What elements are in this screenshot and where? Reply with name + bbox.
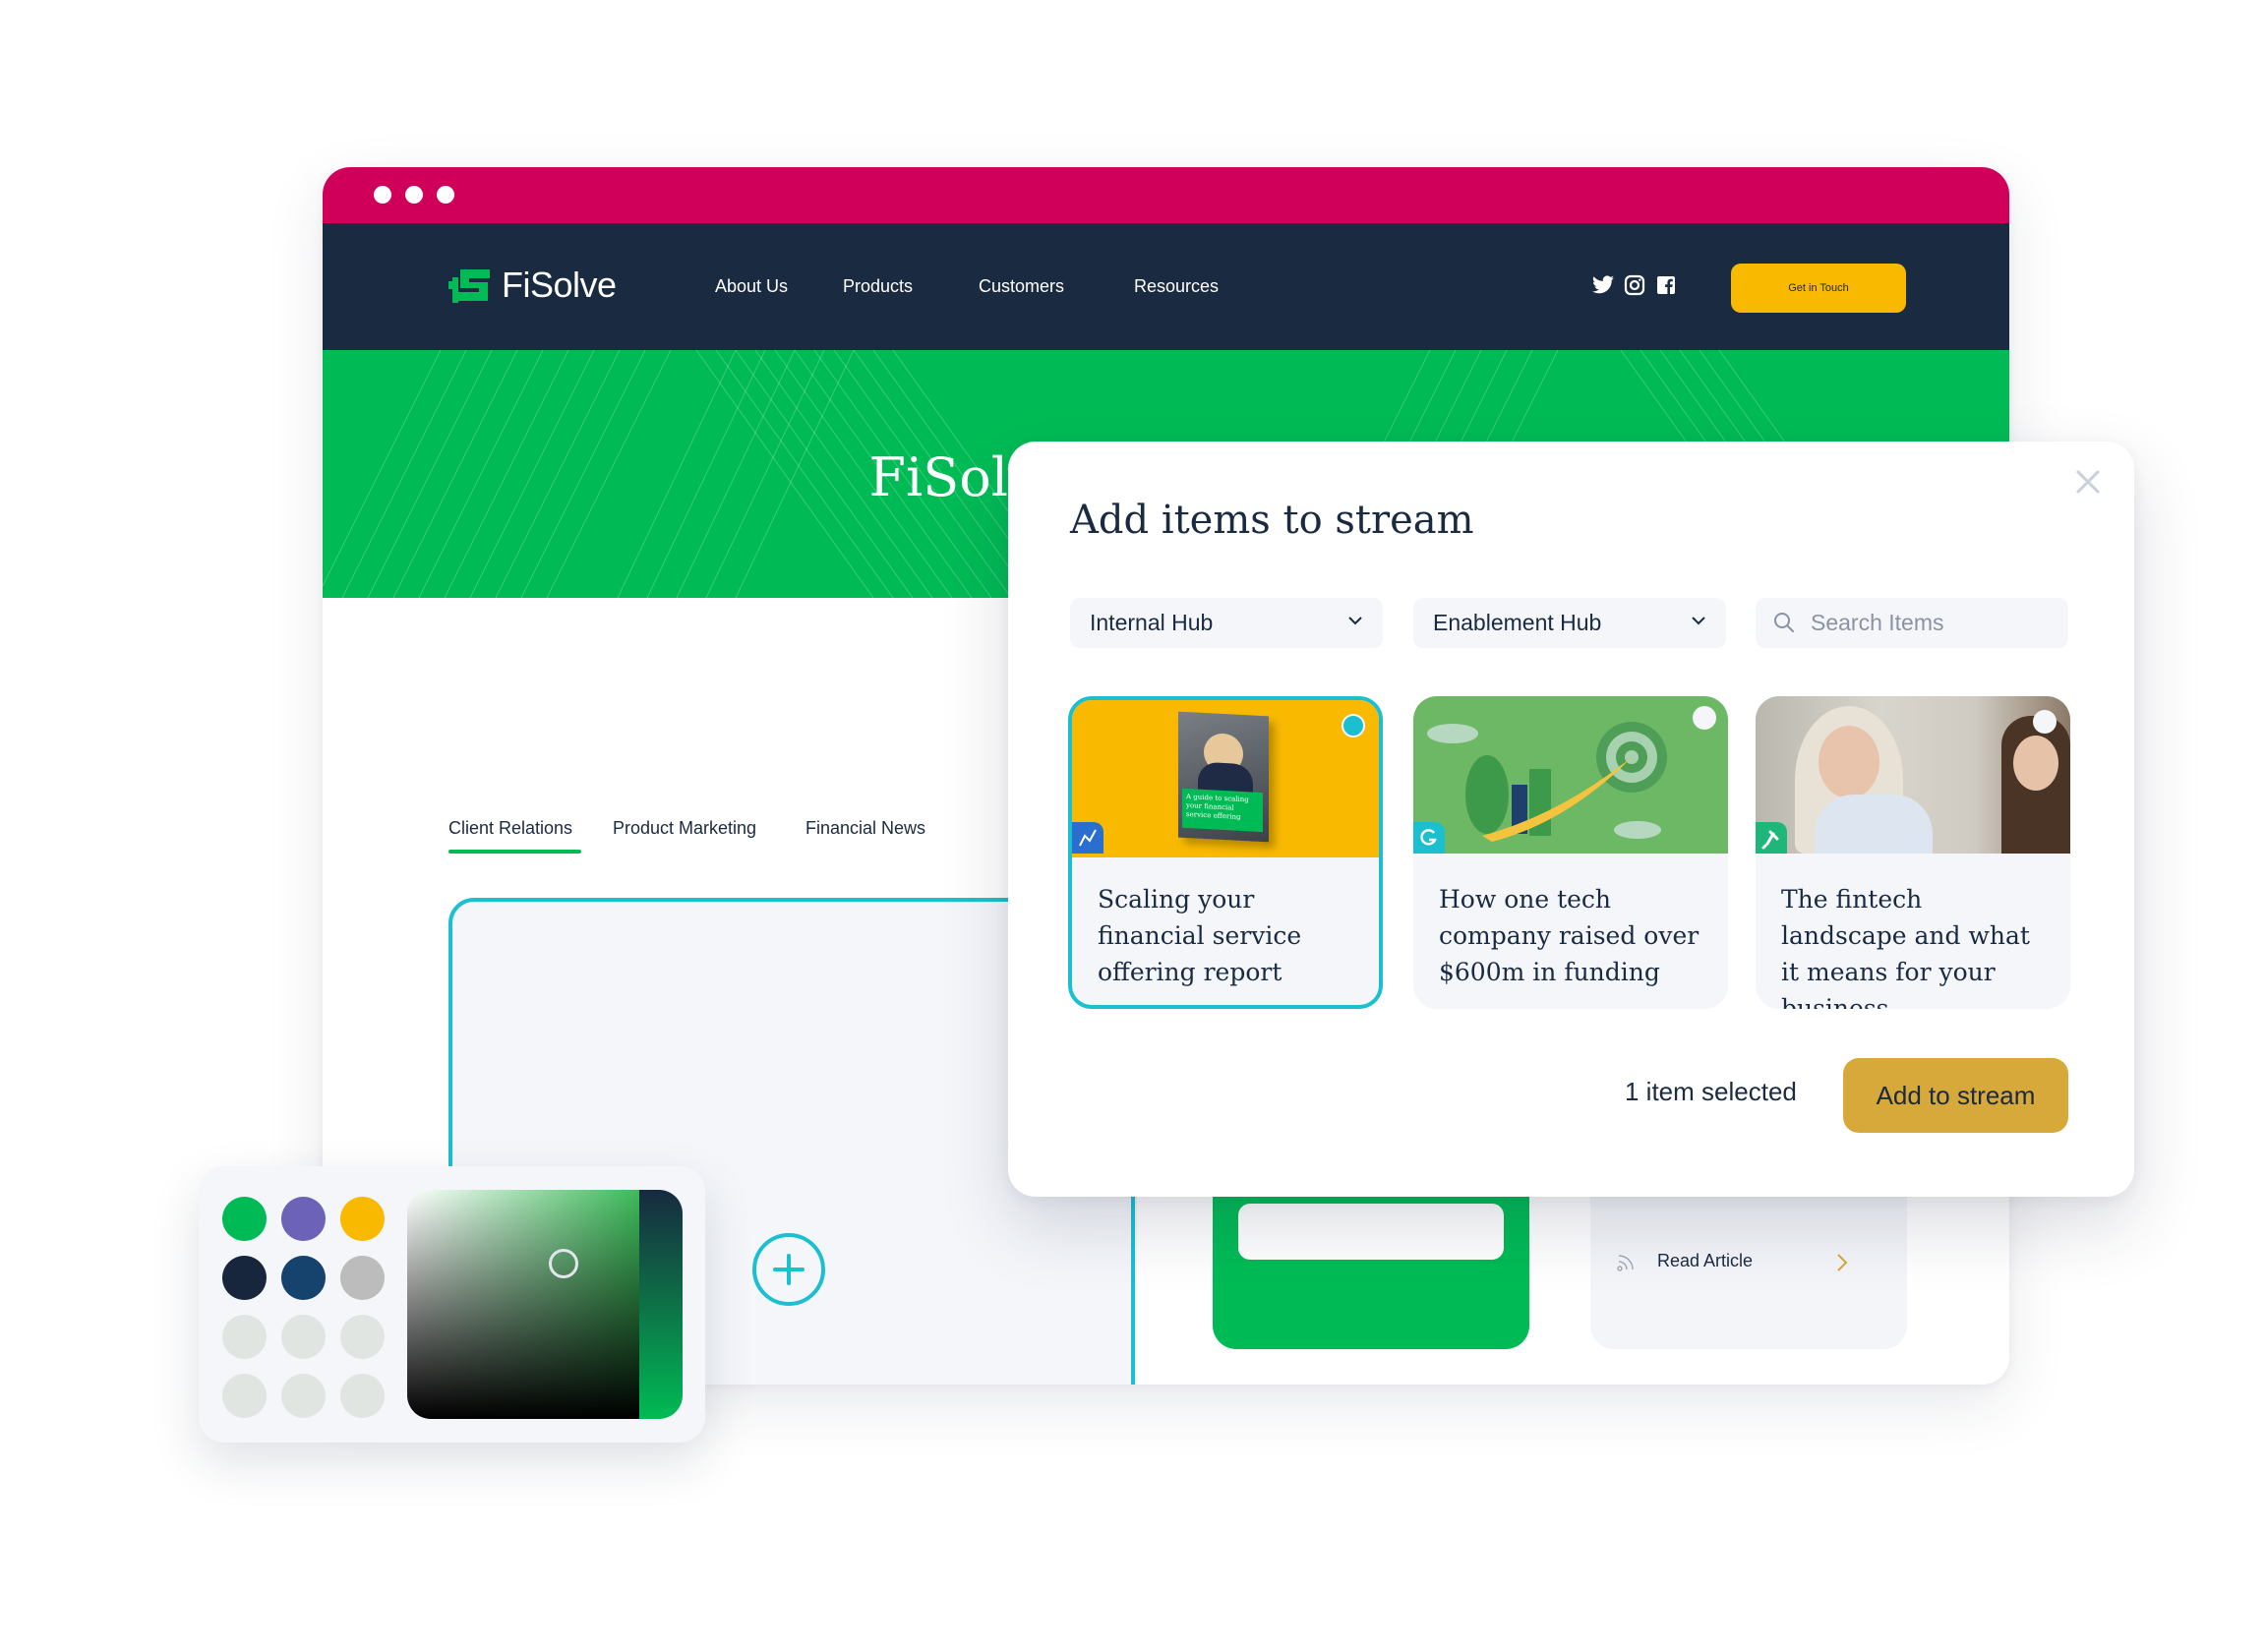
- selection-indicator[interactable]: [2033, 710, 2057, 734]
- color-swatch[interactable]: [340, 1197, 385, 1241]
- tab-product-marketing[interactable]: Product Marketing: [613, 818, 756, 839]
- color-swatch[interactable]: [340, 1256, 385, 1300]
- color-swatch[interactable]: [281, 1315, 326, 1359]
- color-swatch[interactable]: [340, 1315, 385, 1359]
- color-swatch[interactable]: [281, 1256, 326, 1300]
- item-card[interactable]: A guide to scaling your financial servic…: [1068, 696, 1383, 1009]
- dropdown-value: Internal Hub: [1090, 610, 1214, 635]
- brand-name: FiSolve: [502, 265, 617, 305]
- nav-link-products[interactable]: Products: [843, 223, 913, 350]
- instagram-icon[interactable]: [1623, 273, 1646, 297]
- growth-illustration: [1427, 706, 1716, 842]
- browser-titlebar: [323, 167, 2009, 223]
- item-title: The fintech landscape and what it means …: [1781, 885, 2030, 1009]
- internal-hub-dropdown[interactable]: Internal Hub: [1070, 598, 1383, 648]
- ebook-cover-image: A guide to scaling your financial servic…: [1072, 700, 1379, 857]
- get-in-touch-button[interactable]: Get in Touch: [1731, 264, 1906, 313]
- color-swatch[interactable]: [281, 1374, 326, 1418]
- fisolve-logo-icon: [448, 269, 490, 303]
- color-swatch[interactable]: [222, 1374, 267, 1418]
- close-icon[interactable]: [2075, 469, 2101, 495]
- item-card[interactable]: How one tech company raised over $600m i…: [1413, 696, 1728, 1009]
- nav-link-resources[interactable]: Resources: [1134, 223, 1219, 350]
- meeting-photo-image: [1756, 696, 2070, 854]
- tab-financial-news[interactable]: Financial News: [805, 818, 925, 839]
- second-person-face: [2013, 736, 2058, 791]
- tab-client-relations[interactable]: Client Relations: [448, 818, 572, 839]
- item-title: How one tech company raised over $600m i…: [1439, 885, 1700, 986]
- analytics-icon: [1072, 822, 1103, 854]
- window-dot-icon: [437, 186, 454, 204]
- selection-indicator[interactable]: [1342, 714, 1365, 738]
- add-items-modal: Add items to stream Internal Hub Enablem…: [1008, 442, 2134, 1197]
- enablement-hub-dropdown[interactable]: Enablement Hub: [1413, 598, 1726, 648]
- search-icon: [1774, 613, 1794, 632]
- read-article-link[interactable]: Read Article: [1657, 1251, 1753, 1271]
- chevron-right-icon[interactable]: [1836, 1253, 1848, 1272]
- work-email-field[interactable]: [1238, 1204, 1504, 1260]
- modal-title: Add items to stream: [1070, 498, 1474, 543]
- color-swatch[interactable]: [340, 1374, 385, 1418]
- color-swatch[interactable]: [281, 1197, 326, 1241]
- rss-icon: [1617, 1255, 1634, 1271]
- search-box[interactable]: [1756, 598, 2068, 648]
- color-picker: [199, 1166, 705, 1443]
- add-to-stream-button[interactable]: Add to stream: [1843, 1058, 2068, 1133]
- color-swatch[interactable]: [222, 1197, 267, 1241]
- plug-icon: [1756, 822, 1787, 854]
- nav-link-about-us[interactable]: About Us: [715, 223, 788, 350]
- g-logo-icon: [1413, 822, 1445, 854]
- ebook-cover: A guide to scaling your financial servic…: [1178, 711, 1269, 843]
- item-card[interactable]: The fintech landscape and what it means …: [1756, 696, 2070, 1009]
- hue-slider[interactable]: [639, 1190, 683, 1419]
- twitter-icon[interactable]: [1591, 273, 1615, 297]
- chevron-down-icon: [1348, 617, 1362, 625]
- growth-illustration-image: [1413, 696, 1728, 854]
- nav-link-customers[interactable]: Customers: [979, 223, 1064, 350]
- active-tab-indicator: [448, 850, 581, 854]
- site-nav: FiSolve About Us Products Customers Reso…: [323, 223, 2009, 350]
- item-title: Scaling your financial service offering …: [1098, 885, 1302, 986]
- window-dot-icon: [405, 186, 423, 204]
- saturation-brightness-area[interactable]: [407, 1190, 639, 1419]
- color-swatch[interactable]: [222, 1315, 267, 1359]
- window-dot-icon: [374, 186, 391, 204]
- add-content-icon[interactable]: [752, 1233, 825, 1306]
- color-swatch[interactable]: [222, 1256, 267, 1300]
- chevron-down-icon: [1692, 617, 1705, 625]
- dropdown-value: Enablement Hub: [1433, 610, 1602, 635]
- brand-logo[interactable]: FiSolve: [448, 263, 617, 308]
- facebook-icon[interactable]: [1654, 273, 1678, 297]
- gradient-field[interactable]: [407, 1190, 683, 1419]
- color-handle[interactable]: [549, 1249, 578, 1278]
- search-input[interactable]: [1811, 598, 2047, 648]
- ebook-caption: A guide to scaling your financial servic…: [1182, 788, 1263, 833]
- selected-count: 1 item selected: [1625, 1077, 1797, 1106]
- person-shirt: [1815, 795, 1933, 854]
- person-face: [1819, 726, 1879, 798]
